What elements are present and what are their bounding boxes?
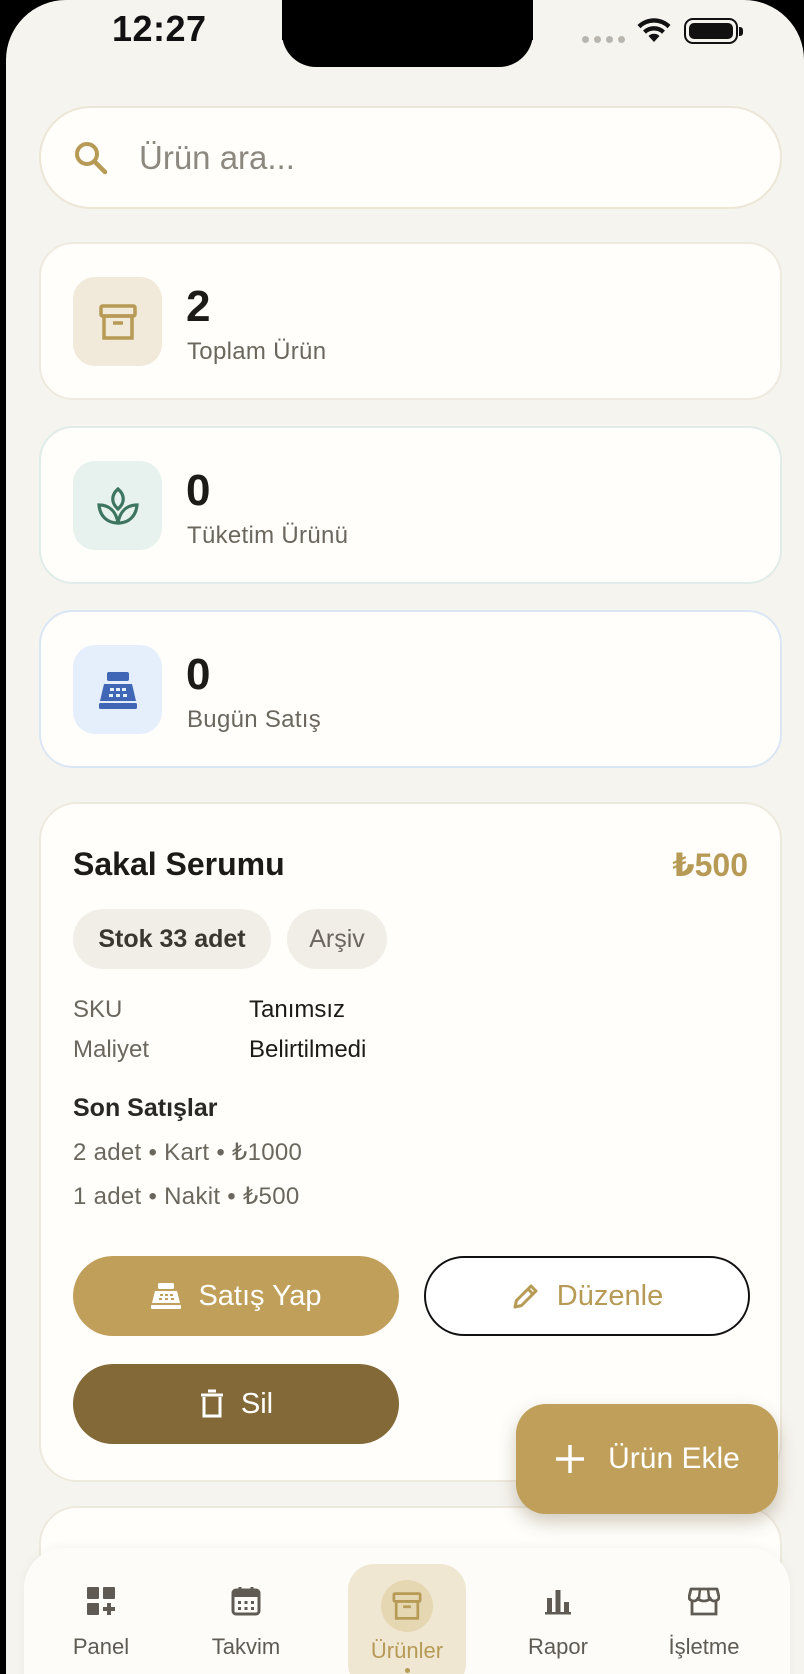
tab-takvim[interactable]: Takvim [187,1548,305,1674]
stat-value: 2 [186,282,211,331]
tab-label: Rapor [528,1634,588,1659]
archive-box-icon [381,1580,433,1632]
dynamic-island [282,0,533,67]
bottom-tab-bar: Panel Takvim Ürünler Rapor İşletme [24,1548,790,1674]
stat-card-today-sales: 0 Bugün Satış [39,610,782,768]
cash-register-icon [73,645,162,734]
search-icon [75,141,108,174]
delete-button-label: Sil [240,1387,274,1420]
calendar-icon [229,1584,263,1618]
app-screen: 12:27 2 Toplam Ürün [6,0,804,1674]
product-name: Sakal Serumu [73,846,285,882]
tab-isletme[interactable]: İşletme [645,1548,763,1674]
leaf-plant-icon [73,461,162,550]
stat-value: 0 [186,650,211,699]
signal-dots-icon [582,36,625,43]
trash-icon [200,1389,223,1418]
tab-label: İşletme [668,1634,740,1659]
tab-label: Ürünler [370,1638,444,1663]
recent-sales-title: Son Satışlar [73,1094,218,1122]
search-bar[interactable] [39,106,782,209]
add-product-button[interactable]: Ürün Ekle [516,1404,778,1514]
stat-card-total-products: 2 Toplam Ürün [39,242,782,400]
plus-icon [556,1445,585,1473]
tab-label: Takvim [211,1634,281,1659]
bar-chart-icon [541,1584,575,1618]
recent-sale-item: 2 adet • Kart • ₺1000 [73,1139,303,1166]
stock-badge: Stok 33 adet [73,909,271,969]
sell-button-label: Satış Yap [198,1279,322,1312]
tab-rapor[interactable]: Rapor [499,1548,617,1674]
search-input[interactable] [139,138,699,177]
archive-badge[interactable]: Arşiv [287,909,387,969]
sku-value: Tanımsız [249,996,346,1023]
stat-value: 0 [186,466,211,515]
stat-label: Toplam Ürün [187,338,327,365]
sku-label: SKU [73,996,123,1023]
delete-button[interactable]: Sil [73,1364,399,1444]
product-price: ₺500 [672,847,748,883]
dashboard-icon [84,1584,118,1618]
status-bar: 12:27 [6,0,804,80]
cost-value: Belirtilmedi [249,1036,367,1063]
pencil-icon [513,1284,538,1309]
stat-label: Bugün Satış [187,706,322,733]
archive-box-icon [73,277,162,366]
status-time: 12:27 [112,8,207,49]
battery-icon [684,18,743,44]
add-product-label: Ürün Ekle [608,1442,740,1475]
cost-label: Maliyet [73,1036,150,1063]
tab-panel[interactable]: Panel [42,1548,160,1674]
sell-button[interactable]: Satış Yap [73,1256,399,1336]
edit-button[interactable]: Düzenle [424,1256,750,1336]
tab-label: Panel [72,1634,130,1659]
stat-card-consumable-products: 0 Tüketim Ürünü [39,426,782,584]
tab-urunler[interactable]: Ürünler [348,1564,466,1674]
store-icon [687,1584,721,1618]
cash-register-icon [151,1283,182,1309]
edit-button-label: Düzenle [556,1279,664,1312]
active-tab-indicator [404,1668,410,1673]
product-card: Sakal Serumu ₺500 Stok 33 adet Arşiv SKU… [39,802,782,1482]
stat-label: Tüketim Ürünü [187,522,349,549]
wifi-icon [637,18,671,42]
recent-sale-item: 1 adet • Nakit • ₺500 [73,1183,300,1210]
